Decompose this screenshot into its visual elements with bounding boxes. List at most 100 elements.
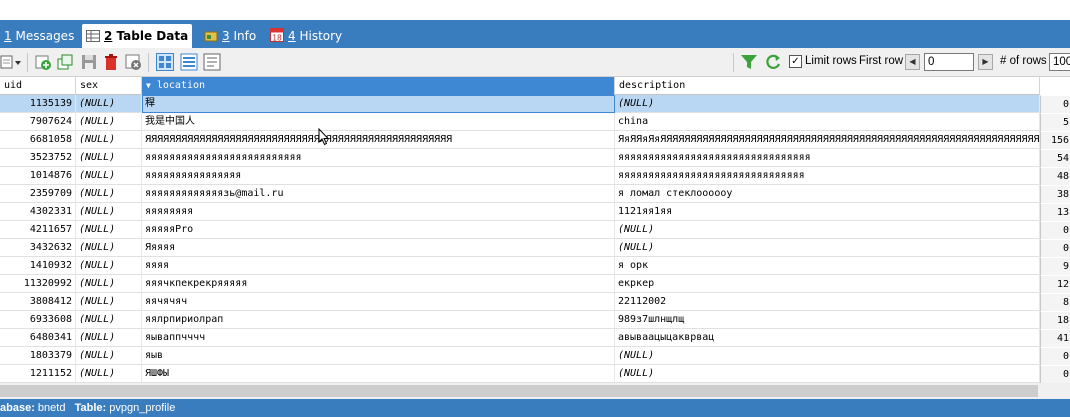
table-row[interactable]: 4302331 (NULL) яяяяяяяя 1121яя1яя 13 bbox=[0, 203, 1070, 221]
cell-sex[interactable]: (NULL) bbox=[76, 131, 142, 149]
table-row[interactable]: 1410932 (NULL) яяяя я орк 9 bbox=[0, 257, 1070, 275]
cell-uid[interactable]: 1211152 bbox=[0, 365, 76, 383]
cell-description[interactable]: яяяяяяяяяяяяяяяяяяяяяяяяяяяяяяя bbox=[615, 167, 1040, 185]
cell-description[interactable]: 989з7шлнщлщ bbox=[615, 311, 1040, 329]
table-row[interactable]: 3808412 (NULL) яячячяч 22112002 8 bbox=[0, 293, 1070, 311]
cell-extra[interactable]: 8 bbox=[1040, 293, 1070, 311]
cell-sex[interactable]: (NULL) bbox=[76, 275, 142, 293]
cell-description[interactable]: (NULL) bbox=[615, 221, 1040, 239]
cell-extra[interactable]: 48 bbox=[1040, 167, 1070, 185]
column-header-extra[interactable] bbox=[1040, 77, 1070, 95]
table-row[interactable]: 1135139 (NULL) 稈 (NULL) 0 bbox=[0, 95, 1070, 113]
table-row[interactable]: 6933608 (NULL) яялрпириолрап 989з7шлнщлщ 18 bbox=[0, 311, 1070, 329]
cell-extra[interactable]: 13 bbox=[1040, 203, 1070, 221]
cell-location[interactable]: яяяяяяяяяяяяязь@mail.ru bbox=[142, 185, 615, 203]
cell-description[interactable]: china bbox=[615, 113, 1040, 131]
cell-location[interactable]: яялрпириолрап bbox=[142, 311, 615, 329]
cell-location[interactable]: яяяяяяяяяяяяяяяяяяяяяяяяяя bbox=[142, 149, 615, 167]
table-row[interactable]: 3432632 (NULL) Яяяяя (NULL) 0 bbox=[0, 239, 1070, 257]
table-row[interactable]: 4211657 (NULL) яяяяяPro (NULL) 0 bbox=[0, 221, 1070, 239]
column-header-sex[interactable]: sex bbox=[76, 77, 142, 95]
cell-uid[interactable]: 6933608 bbox=[0, 311, 76, 329]
cell-description[interactable]: я орк bbox=[615, 257, 1040, 275]
horizontal-scrollbar-thumb[interactable] bbox=[0, 385, 1038, 397]
rows-count-input[interactable]: 100 bbox=[1049, 53, 1070, 71]
form-view-icon[interactable] bbox=[180, 53, 198, 71]
cell-description[interactable]: (NULL) bbox=[615, 347, 1040, 365]
table-row[interactable]: 11320992 (NULL) яяячкпекрекряяяяя екркер 12 bbox=[0, 275, 1070, 293]
cell-location[interactable]: яячячяч bbox=[142, 293, 615, 311]
table-row[interactable]: 3523752 (NULL) яяяяяяяяяяяяяяяяяяяяяяяяяя я… bbox=[0, 149, 1070, 167]
cell-extra[interactable]: 0 bbox=[1040, 239, 1070, 257]
cell-location[interactable]: яяяя bbox=[142, 257, 615, 275]
previous-page-button[interactable]: ◀ bbox=[905, 54, 920, 70]
cell-uid[interactable]: 3808412 bbox=[0, 293, 76, 311]
cell-location[interactable]: яыв bbox=[142, 347, 615, 365]
cell-uid[interactable]: 2359709 bbox=[0, 185, 76, 203]
table-row[interactable]: 1014876 (NULL) яяяяяяяяяяяяяяяя яяяяяяяяяяя… bbox=[0, 167, 1070, 185]
cell-sex[interactable]: (NULL) bbox=[76, 311, 142, 329]
refresh-icon[interactable] bbox=[764, 53, 782, 71]
delete-icon[interactable] bbox=[102, 53, 120, 71]
cell-uid[interactable]: 11320992 bbox=[0, 275, 76, 293]
cell-uid[interactable]: 6480341 bbox=[0, 329, 76, 347]
cell-extra[interactable]: 156 bbox=[1040, 131, 1070, 149]
table-row[interactable]: 1803379 (NULL) яыв (NULL) 0 bbox=[0, 347, 1070, 365]
cell-description[interactable]: я ломал стеклоооооу bbox=[615, 185, 1040, 203]
cell-description[interactable]: екркер bbox=[615, 275, 1040, 293]
cell-uid[interactable]: 4302331 bbox=[0, 203, 76, 221]
cell-extra[interactable]: 18 bbox=[1040, 311, 1070, 329]
cell-extra[interactable]: 12 bbox=[1040, 275, 1070, 293]
cell-location[interactable]: 稈 bbox=[142, 95, 615, 113]
cell-location[interactable]: ЯЯЯЯЯЯЯЯЯЯЯЯЯЯЯЯЯЯЯЯЯЯЯЯЯЯЯЯЯЯЯЯЯЯЯЯЯЯЯЯ… bbox=[142, 131, 615, 149]
cell-sex[interactable]: (NULL) bbox=[76, 347, 142, 365]
cell-extra[interactable]: 54 bbox=[1040, 149, 1070, 167]
cell-uid[interactable]: 1135139 bbox=[0, 95, 76, 113]
cell-sex[interactable]: (NULL) bbox=[76, 185, 142, 203]
cell-description[interactable]: авываацыцакврвац bbox=[615, 329, 1040, 347]
duplicate-row-icon[interactable] bbox=[56, 53, 74, 71]
first-row-input[interactable]: 0 bbox=[924, 53, 974, 71]
cell-uid[interactable]: 3432632 bbox=[0, 239, 76, 257]
horizontal-scrollbar[interactable] bbox=[0, 383, 1070, 399]
text-view-icon[interactable] bbox=[203, 53, 221, 71]
next-page-button[interactable]: ▶ bbox=[978, 54, 993, 70]
cell-sex[interactable]: (NULL) bbox=[76, 365, 142, 383]
save-icon[interactable] bbox=[80, 53, 98, 71]
cell-sex[interactable]: (NULL) bbox=[76, 293, 142, 311]
grid-view-icon[interactable] bbox=[156, 53, 174, 71]
column-header-description[interactable]: description bbox=[615, 77, 1040, 95]
table-row[interactable]: 7907624 (NULL) 我是中国人 china 5 bbox=[0, 113, 1070, 131]
tab-table-data[interactable]: 2 Table Data bbox=[82, 24, 193, 48]
cell-location[interactable]: яываппчччч bbox=[142, 329, 615, 347]
cell-extra[interactable]: 41 bbox=[1040, 329, 1070, 347]
column-header-location[interactable]: ▼ location bbox=[142, 77, 615, 95]
cell-location[interactable]: Яяяяя bbox=[142, 239, 615, 257]
cell-uid[interactable]: 1410932 bbox=[0, 257, 76, 275]
cell-description[interactable]: яяяяяяяяяяяяяяяяяяяяяяяяяяяяяяяя bbox=[615, 149, 1040, 167]
cell-location[interactable]: яяяяяяяяяяяяяяяя bbox=[142, 167, 615, 185]
cell-extra[interactable]: 0 bbox=[1040, 95, 1070, 113]
cell-location[interactable]: ЯШФЫ bbox=[142, 365, 615, 383]
tab-messages[interactable]: 1 Messages bbox=[0, 24, 78, 48]
cell-sex[interactable]: (NULL) bbox=[76, 113, 142, 131]
cell-extra[interactable]: 9 bbox=[1040, 257, 1070, 275]
cell-uid[interactable]: 7907624 bbox=[0, 113, 76, 131]
limit-rows-checkbox[interactable]: ✓ bbox=[789, 55, 802, 68]
cell-description[interactable]: (NULL) bbox=[615, 239, 1040, 257]
cell-sex[interactable]: (NULL) bbox=[76, 329, 142, 347]
cell-extra[interactable]: 0 bbox=[1040, 347, 1070, 365]
cell-uid[interactable]: 1803379 bbox=[0, 347, 76, 365]
filter-icon[interactable] bbox=[740, 53, 758, 71]
table-row[interactable]: 6681058 (NULL) ЯЯЯЯЯЯЯЯЯЯЯЯЯЯЯЯЯЯЯЯЯЯЯЯЯЯЯ… bbox=[0, 131, 1070, 149]
cell-sex[interactable]: (NULL) bbox=[76, 257, 142, 275]
tab-history[interactable]: 18 4 History bbox=[266, 24, 346, 48]
cell-location[interactable]: яяячкпекрекряяяяя bbox=[142, 275, 615, 293]
cell-location[interactable]: 我是中国人 bbox=[142, 113, 615, 131]
cell-description[interactable]: ЯяЯЯяЯяЯЯЯЯЯЯЯЯЯЯЯЯЯЯЯЯЯЯЯЯЯЯЯЯЯЯЯЯЯЯЯЯЯ… bbox=[615, 131, 1040, 149]
cell-sex[interactable]: (NULL) bbox=[76, 221, 142, 239]
cell-location[interactable]: яяяяяPro bbox=[142, 221, 615, 239]
cell-extra[interactable]: 0 bbox=[1040, 221, 1070, 239]
cell-description[interactable]: 22112002 bbox=[615, 293, 1040, 311]
cell-sex[interactable]: (NULL) bbox=[76, 167, 142, 185]
